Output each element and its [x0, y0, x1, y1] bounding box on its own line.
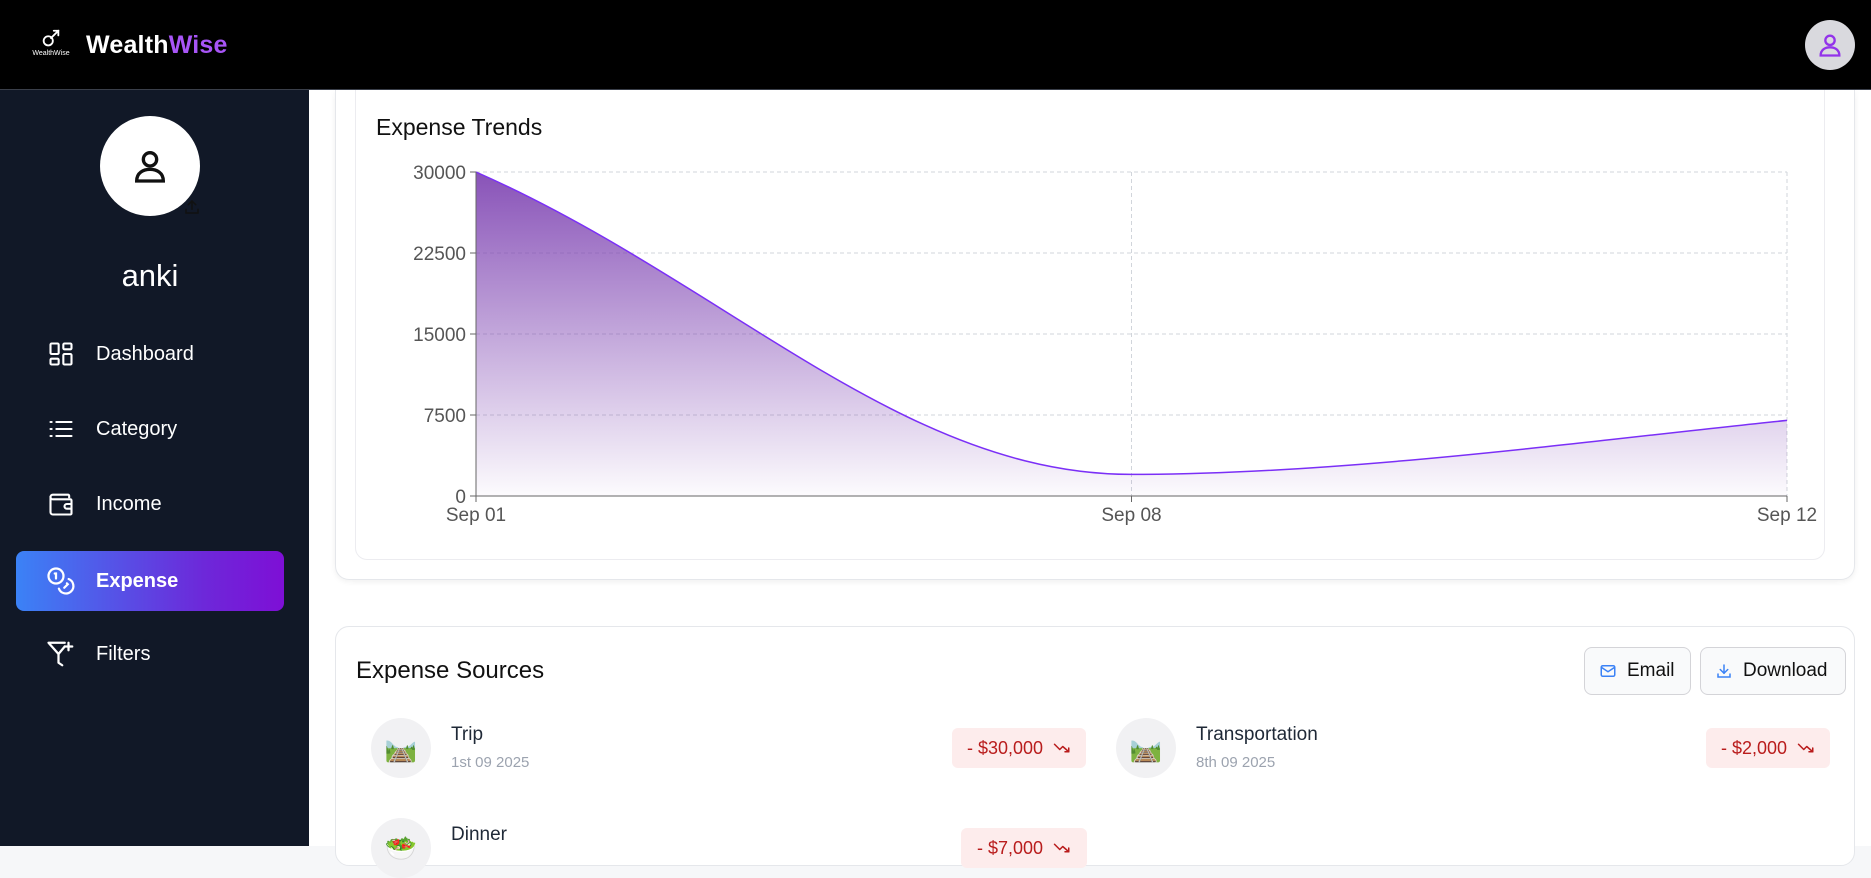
- dashboard-grid-icon: [46, 339, 76, 369]
- username: anki: [121, 258, 179, 293]
- mail-icon: [1599, 662, 1617, 680]
- transaction-amount-badge: - $2,000: [1706, 728, 1830, 768]
- y-tick-label: 7500: [424, 406, 466, 427]
- transaction-icon: 🛤️: [1116, 718, 1176, 778]
- transaction-amount: - $2,000: [1720, 737, 1788, 758]
- brand-name[interactable]: WealthWise: [86, 28, 228, 62]
- transaction-name: Trip: [451, 724, 484, 745]
- y-tick-label: 30000: [413, 163, 466, 184]
- transaction-amount-badge: - $30,000: [952, 728, 1086, 768]
- sidebar-item-label: Filters: [96, 642, 151, 665]
- transaction-icon: 🥗: [371, 818, 431, 878]
- sidebar-item-dashboard[interactable]: Dashboard: [16, 324, 284, 384]
- sidebar-item-label: Income: [96, 492, 162, 515]
- transaction-date: 8th 09 2025: [1196, 754, 1276, 771]
- transaction-amount: - $7,000: [976, 837, 1044, 858]
- x-tick-label: Sep 08: [1101, 505, 1161, 526]
- logo-text: WealthWise: [32, 50, 70, 57]
- header-avatar-button[interactable]: [1805, 20, 1855, 70]
- download-icon: [1715, 662, 1733, 680]
- transaction-amount-badge: - $7,000: [961, 828, 1087, 868]
- sidebar-item-filters[interactable]: Filters: [16, 624, 284, 684]
- main-content: Expense Trends 0 7500 15000 22500 30000 Sep 0…: [309, 90, 1871, 878]
- transaction-name: Transportation: [1196, 724, 1318, 745]
- list-icon: [46, 414, 76, 444]
- sidebar-item-label: Dashboard: [96, 342, 194, 365]
- transaction-name: Dinner: [451, 824, 507, 845]
- y-tick-label: 15000: [413, 325, 466, 346]
- email-button[interactable]: Email: [1584, 647, 1691, 695]
- trending-down-icon: [1053, 841, 1071, 855]
- sidebar-item-label: Expense: [96, 569, 179, 592]
- user-icon: [134, 151, 166, 183]
- y-tick-label: 22500: [413, 244, 466, 265]
- filter-plus-icon: [46, 639, 76, 669]
- transaction-date: 1st 09 2025: [451, 754, 530, 771]
- wallet-icon: [46, 489, 76, 519]
- upload-icon[interactable]: [182, 197, 202, 217]
- email-button-label: Email: [1627, 660, 1675, 681]
- sidebar-item-label: Category: [96, 417, 178, 440]
- user-icon: [1819, 34, 1841, 57]
- sidebar-item-expense[interactable]: Expense: [16, 551, 284, 611]
- expense-sources-title: Expense Sources: [356, 657, 545, 684]
- transaction-amount: - $30,000: [966, 737, 1044, 758]
- transaction-icon: 🛤️: [371, 718, 431, 778]
- top-header: WealthWise WealthWise: [0, 0, 1871, 90]
- trending-down-icon: [1797, 741, 1815, 755]
- sidebar-item-income[interactable]: Income: [16, 474, 284, 534]
- trending-down-icon: [1053, 741, 1071, 755]
- x-tick-label: Sep 01: [446, 505, 506, 526]
- growth-arrow-icon: [42, 29, 60, 47]
- x-tick-label: Sep 12: [1757, 505, 1817, 526]
- logo[interactable]: WealthWise: [30, 28, 72, 60]
- download-button[interactable]: Download: [1700, 647, 1846, 695]
- download-button-label: Download: [1743, 660, 1828, 681]
- expense-trends-chart[interactable]: 07500150002250030000Sep 01 Sep 08 Sep 12: [309, 90, 1871, 560]
- coins-icon: [46, 566, 76, 596]
- sidebar: anki Dashboard Category Income Expense F…: [0, 90, 309, 846]
- sidebar-item-category[interactable]: Category: [16, 399, 284, 459]
